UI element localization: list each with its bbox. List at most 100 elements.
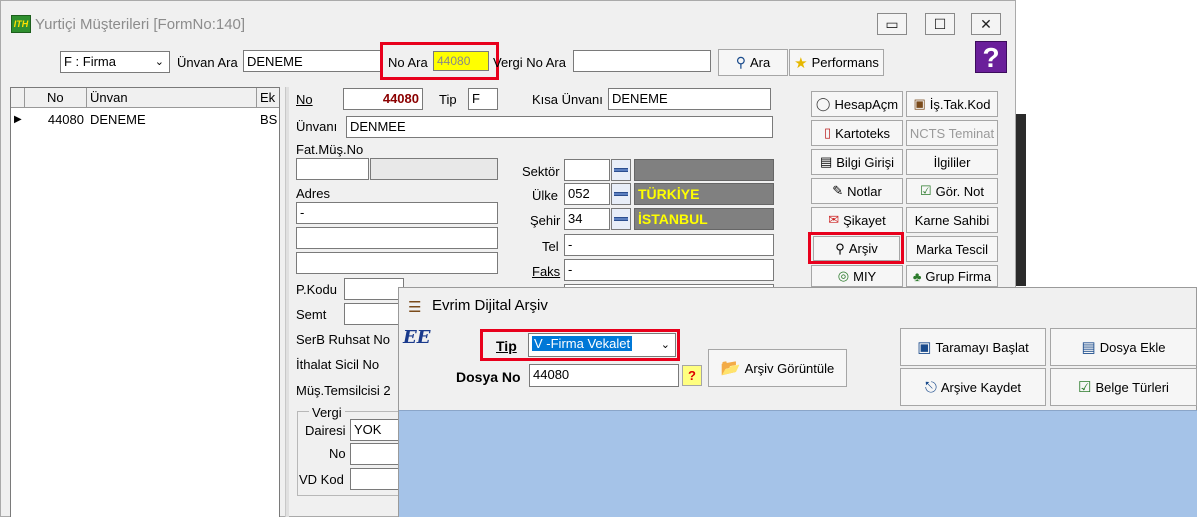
ulke-code-field[interactable]: 052 (564, 183, 610, 205)
adres-label: Adres (296, 186, 330, 201)
kisa-unvan-field[interactable]: DENEME (608, 88, 771, 110)
vergi-no-field[interactable] (350, 443, 399, 465)
sektor-lookup-icon[interactable] (611, 159, 631, 181)
grid-header-unvan[interactable]: Ünvan (87, 88, 257, 108)
minimize-button[interactable]: ▭ (877, 13, 907, 35)
belge-turleri-button[interactable]: ☑ Belge Türleri (1050, 368, 1197, 406)
pkodu-field[interactable] (344, 278, 404, 300)
arsiv-button[interactable]: ⚲ Arşiv (813, 236, 900, 261)
ulke-name-field: TÜRKİYE (634, 183, 774, 205)
hesapacm-button[interactable]: ◯ HesapAçm (811, 91, 903, 117)
archive-search-icon: ⚲ (835, 240, 845, 256)
document-icon: ▤ (819, 154, 833, 169)
adres-line1-field[interactable]: - (296, 202, 498, 224)
semt-label: Semt (296, 307, 327, 322)
ulke-lookup-icon[interactable] (611, 183, 631, 205)
type-select[interactable]: F : Firma ⌄ (60, 51, 170, 73)
taramayi-baslat-label: Taramayı Başlat (935, 339, 1029, 355)
karne-sahibi-label: Karne Sahibi (914, 212, 990, 228)
grid-corner (11, 88, 25, 108)
gor-not-button[interactable]: ☑ Gör. Not (906, 178, 998, 204)
belge-turleri-label: Belge Türleri (1095, 379, 1169, 395)
vd-kod-field[interactable] (350, 468, 399, 490)
sektor-code-field[interactable] (564, 159, 610, 181)
tip-label: Tip (439, 92, 457, 107)
sektor-label: Sektör (522, 164, 560, 179)
view-note-icon: ☑ (919, 183, 932, 198)
customers-grid[interactable]: No Ünvan Ek ▶ 44080 DENEME BS (10, 87, 280, 517)
performance-button-label: Performans (811, 55, 879, 70)
miy-label: MIY (853, 268, 877, 284)
mus-temsilci-label: Müş.Temsilcisi 2 (296, 383, 391, 398)
is-takip-label: İş.Tak.Kod (929, 96, 991, 112)
dialog-tip-select[interactable]: V -Firma Vekalet ⌄ (528, 333, 676, 357)
semt-field[interactable] (344, 303, 404, 325)
serb-ruhsat-label: SerB Ruhsat No (296, 332, 390, 347)
dosya-no-field[interactable]: 44080 (529, 364, 679, 387)
vergi-search-input[interactable] (573, 50, 711, 72)
file-add-icon: ▤ (1081, 339, 1096, 356)
sehir-code-field[interactable]: 34 (564, 208, 610, 230)
dialog-tip-value: V -Firma Vekalet (532, 336, 633, 351)
search-icon: ⚲ (735, 54, 747, 70)
sehir-lookup-icon[interactable] (611, 208, 631, 230)
digital-archive-dialog: ☰ Evrim Dijital Arşiv EE Tip V -Firma Ve… (398, 287, 1197, 517)
card-file-icon: ▯ (823, 125, 832, 140)
arsiv-goruntule-button[interactable]: 📂 Arşiv Görüntüle (708, 349, 847, 387)
grup-firma-button[interactable]: ♣ Grup Firma (906, 265, 998, 287)
dosya-ekle-button[interactable]: ▤ Dosya Ekle (1050, 328, 1197, 366)
pkodu-label: P.Kodu (296, 282, 337, 297)
help-icon[interactable]: ? (975, 41, 1007, 73)
globe-icon: ◎ (837, 268, 850, 283)
arsive-kaydet-button[interactable]: ⎋ Arşive Kaydet (900, 368, 1046, 406)
grid-cell-unvan[interactable]: DENEME (87, 110, 257, 129)
taramayi-baslat-button[interactable]: ▣ Taramayı Başlat (900, 328, 1046, 366)
arsiv-label: Arşiv (848, 241, 878, 256)
grid-cell-no[interactable]: 44080 (25, 110, 87, 129)
faks-field[interactable]: - (564, 259, 774, 281)
adres-line3-field[interactable] (296, 252, 498, 274)
help-icon[interactable]: ? (682, 365, 702, 386)
archive-box-icon: ☰ (408, 299, 422, 316)
unvani-field[interactable]: DENMEE (346, 116, 773, 138)
miy-button[interactable]: ◎ MIY (811, 265, 903, 287)
fat-mus-no-field[interactable] (296, 158, 369, 180)
adres-line2-field[interactable] (296, 227, 498, 249)
close-button[interactable]: ✕ (971, 13, 1001, 35)
tel-field[interactable]: - (564, 234, 774, 256)
kartoteks-button[interactable]: ▯ Kartoteks (811, 120, 903, 146)
ilgililer-label: İlgililer (933, 154, 971, 170)
marka-tescil-button[interactable]: Marka Tescil (906, 236, 998, 262)
tag-icon: ◯ (815, 96, 831, 111)
ncts-teminat-button: NCTS Teminat (906, 120, 998, 146)
arsive-kaydet-label: Arşive Kaydet (940, 379, 1022, 395)
maximize-button[interactable]: ☐ (925, 13, 955, 35)
performance-button[interactable]: ★ Performans (789, 49, 884, 76)
folder-icon: 📂 (720, 360, 741, 377)
notlar-button[interactable]: ✎ Notlar (811, 178, 903, 204)
unvan-search-input[interactable] (243, 50, 383, 72)
is-takip-button[interactable]: ▣ İş.Tak.Kod (906, 91, 998, 117)
karne-sahibi-button[interactable]: Karne Sahibi (906, 207, 998, 233)
fat-mus-no-label: Fat.Müş.No (296, 142, 364, 157)
search-button[interactable]: ⚲ Ara (718, 49, 788, 76)
no-search-input[interactable] (433, 51, 489, 71)
grid-header-no[interactable]: No (25, 88, 87, 108)
splitter[interactable] (285, 87, 289, 517)
no-field[interactable]: 44080 (343, 88, 423, 110)
ilgililer-button[interactable]: İlgililer (906, 149, 998, 175)
gor-not-label: Gör. Not (935, 183, 985, 199)
row-marker-icon: ▶ (14, 114, 22, 125)
notes-icon: ✎ (832, 183, 844, 198)
vd-kod-label: VD Kod (299, 472, 344, 487)
grid-cell-ek[interactable]: BS (257, 110, 279, 129)
dairesi-field[interactable]: YOK (350, 419, 399, 441)
app-icon: ITH (11, 15, 31, 33)
type-select-value: F : Firma (64, 54, 116, 69)
tip-field[interactable]: F (468, 88, 498, 110)
archive-preview-area[interactable] (399, 410, 1197, 517)
grid-header-ek[interactable]: Ek (257, 88, 279, 108)
sikayet-button[interactable]: ✉ Şikayet (811, 207, 903, 233)
ncts-teminat-label: NCTS Teminat (909, 125, 995, 141)
bilgi-girisi-button[interactable]: ▤ Bilgi Girişi (811, 149, 903, 175)
